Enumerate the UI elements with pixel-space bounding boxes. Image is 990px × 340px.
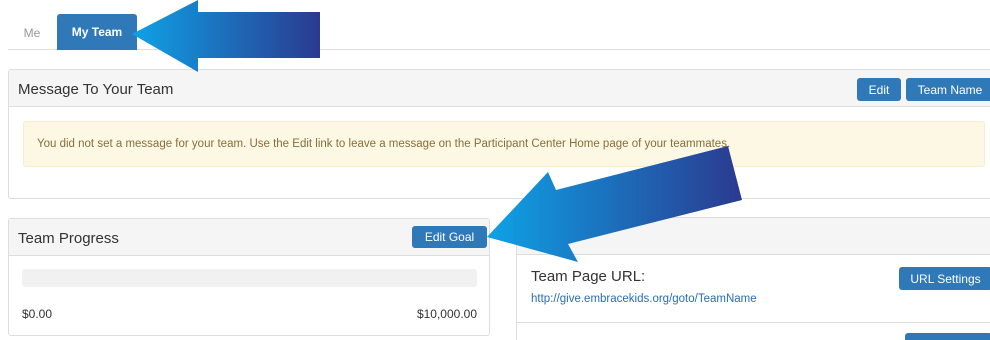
tab-my-team[interactable]: My Team bbox=[57, 14, 137, 50]
edit-message-button[interactable]: Edit bbox=[857, 78, 901, 101]
goal-amount: $10,000.00 bbox=[416, 307, 477, 321]
tabs-divider bbox=[8, 49, 990, 50]
team-name-button-label: Team Name bbox=[917, 82, 983, 97]
team-page-url-title: Team Page URL: bbox=[531, 268, 646, 285]
team-page-url-link[interactable]: http://give.embracekids.org/goto/TeamNam… bbox=[531, 293, 757, 306]
tab-my-team-label: My Team bbox=[71, 25, 123, 39]
team-page-divider bbox=[517, 322, 990, 323]
partial-button[interactable] bbox=[905, 333, 990, 340]
amount-raised: $0.00 bbox=[22, 307, 53, 321]
tab-me[interactable]: Me bbox=[8, 16, 56, 50]
message-panel-title: Message To Your Team bbox=[18, 81, 174, 98]
message-panel-header: Message To Your Team Edit Team Name bbox=[9, 70, 990, 107]
edit-goal-button[interactable]: Edit Goal bbox=[412, 226, 487, 248]
url-settings-button[interactable]: URL Settings bbox=[899, 267, 990, 290]
team-page-panel-header bbox=[517, 218, 990, 255]
team-progress-title: Team Progress bbox=[18, 230, 119, 247]
no-message-alert: You did not set a message for your team.… bbox=[23, 121, 985, 167]
edit-message-button-label: Edit bbox=[868, 82, 890, 97]
team-progress-bar bbox=[22, 269, 477, 287]
edit-goal-button-label: Edit Goal bbox=[424, 230, 475, 244]
tab-me-label: Me bbox=[23, 26, 41, 40]
pointer-arrow-icon bbox=[132, 0, 320, 72]
team-progress-panel: Team Progress Edit Goal $0.00 $10,000.00 bbox=[8, 218, 490, 336]
no-message-alert-text: You did not set a message for your team.… bbox=[37, 138, 731, 150]
team-page-panel: Team Page URL: http://give.embracekids.o… bbox=[516, 217, 990, 340]
url-settings-button-label: URL Settings bbox=[910, 271, 981, 286]
team-progress-header: Team Progress Edit Goal bbox=[9, 219, 489, 256]
team-name-button[interactable]: Team Name bbox=[906, 78, 990, 101]
message-panel: Message To Your Team Edit Team Name You … bbox=[8, 69, 990, 199]
